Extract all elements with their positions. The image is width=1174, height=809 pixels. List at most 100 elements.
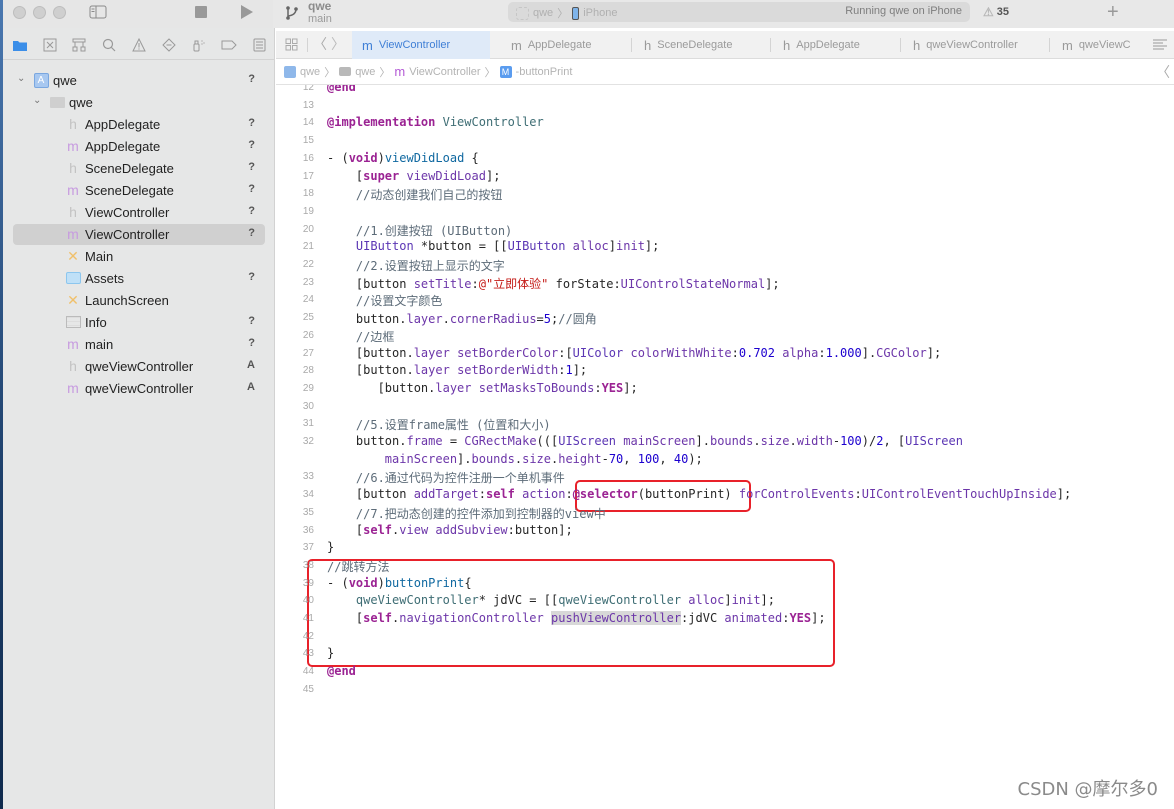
- line-number[interactable]: 14: [286, 117, 314, 128]
- chevron-down-icon[interactable]: ⌄: [17, 73, 25, 84]
- file-tree-item[interactable]: Info?: [13, 312, 265, 333]
- chevron-down-icon[interactable]: ⌄: [33, 95, 41, 106]
- line-number[interactable]: 15: [286, 135, 314, 146]
- breadcrumb-item[interactable]: qwe: [300, 66, 320, 78]
- file-tree-item[interactable]: m ViewController?: [13, 224, 265, 245]
- file-tree-item[interactable]: Assets?: [13, 268, 265, 289]
- file-tree-item[interactable]: h SceneDelegate?: [13, 158, 265, 179]
- line-number[interactable]: 32: [286, 436, 314, 447]
- line-number[interactable]: 39: [286, 578, 314, 589]
- editor-tab[interactable]: h SceneDelegate: [634, 31, 760, 59]
- line-number[interactable]: 19: [286, 206, 314, 217]
- zoom-window-button[interactable]: [53, 6, 66, 19]
- editor-tab[interactable]: h AppDelegate: [773, 31, 889, 59]
- line-number[interactable]: 27: [286, 348, 314, 359]
- run-destination[interactable]: qwe 〉 iPhone: [516, 5, 617, 21]
- stop-button[interactable]: [194, 5, 208, 19]
- chevron-left-icon[interactable]: 〈: [1156, 62, 1170, 82]
- line-number[interactable]: 37: [286, 542, 314, 553]
- find-navigator-tab[interactable]: [101, 37, 117, 53]
- file-tree-item[interactable]: m qweViewController A: [13, 378, 265, 399]
- close-window-button[interactable]: [13, 6, 26, 19]
- breadcrumb-item[interactable]: qwe: [355, 66, 375, 78]
- source-editor: 〈 〉 m ViewController m AppDelegate h SceneDel…: [276, 28, 1174, 809]
- toggle-navigator-button[interactable]: [88, 4, 108, 20]
- file-tree-item[interactable]: h ViewController?: [13, 202, 265, 223]
- issue-navigator-tab[interactable]: [131, 37, 147, 53]
- header-file-icon: h: [913, 37, 921, 53]
- line-number[interactable]: 36: [286, 525, 314, 536]
- line-number[interactable]: 30: [286, 401, 314, 412]
- breakpoint-icon: [221, 40, 237, 50]
- editor-tab[interactable]: m ViewController: [352, 31, 490, 59]
- run-button[interactable]: [239, 3, 255, 21]
- file-tree-item[interactable]: ⌄ qwe: [13, 92, 265, 113]
- file-tree-item[interactable]: m main?: [13, 334, 265, 355]
- code-area[interactable]: 12 @end 13 14 @implementation ViewController…: [276, 85, 1174, 809]
- breadcrumb-item[interactable]: ViewController: [409, 66, 480, 78]
- back-button[interactable]: 〈: [313, 36, 327, 52]
- source-control-tab[interactable]: [42, 37, 58, 53]
- line-number[interactable]: 13: [286, 100, 314, 111]
- line-number[interactable]: 31: [286, 418, 314, 429]
- source-control-status-badge: A: [247, 359, 255, 371]
- code-line: 21 UIButton *button = [[UIButton alloc]i…: [276, 239, 1174, 257]
- related-items-button[interactable]: [284, 37, 298, 51]
- line-number[interactable]: 44: [286, 666, 314, 677]
- line-number[interactable]: 34: [286, 489, 314, 500]
- file-tree-item[interactable]: m SceneDelegate?: [13, 180, 265, 201]
- editor-tab[interactable]: m AppDelegate: [501, 31, 621, 59]
- file-tree-item[interactable]: h AppDelegate?: [13, 114, 265, 135]
- code-line: 25 button.layer.cornerRadius=5;//圆角: [276, 310, 1174, 328]
- line-number[interactable]: 35: [286, 507, 314, 518]
- file-tree-item[interactable]: ✕ Main: [13, 246, 265, 267]
- source-control-status-badge: ?: [248, 73, 255, 85]
- line-number[interactable]: 42: [286, 631, 314, 642]
- hierarchy-icon: [72, 38, 86, 52]
- line-number[interactable]: 33: [286, 471, 314, 482]
- code-line: 43}: [276, 646, 1174, 664]
- file-tree-item[interactable]: ✕ LaunchScreen: [13, 290, 265, 311]
- add-library-button[interactable]: +: [1107, 1, 1119, 24]
- forward-button[interactable]: 〉: [331, 36, 345, 52]
- line-number[interactable]: 18: [286, 188, 314, 199]
- file-tree-item-label: qwe: [53, 73, 77, 88]
- project-navigator-tab[interactable]: [12, 37, 28, 53]
- line-number[interactable]: 17: [286, 171, 314, 182]
- test-navigator-tab[interactable]: [161, 37, 177, 53]
- debug-navigator-tab[interactable]: [191, 37, 207, 53]
- line-number[interactable]: 40: [286, 595, 314, 606]
- line-number[interactable]: 43: [286, 648, 314, 659]
- line-number[interactable]: 28: [286, 365, 314, 376]
- file-tree-item[interactable]: h qweViewController A: [13, 356, 265, 377]
- warning-indicator[interactable]: ⚠ 35: [983, 5, 1009, 19]
- line-number[interactable]: 41: [286, 613, 314, 624]
- minimize-window-button[interactable]: [33, 6, 46, 19]
- line-number[interactable]: 26: [286, 330, 314, 341]
- code-text: UIButton *button = [[UIButton alloc]init…: [355, 239, 660, 254]
- editor-tab[interactable]: h qweViewController: [903, 31, 1039, 59]
- line-number[interactable]: 24: [286, 294, 314, 305]
- breakpoint-navigator-tab[interactable]: [221, 37, 237, 53]
- line-number[interactable]: 12: [286, 85, 314, 93]
- code-line: 24 //设置文字颜色: [276, 292, 1174, 310]
- objc-file-icon: m: [511, 37, 522, 53]
- editor-options-button[interactable]: [1152, 37, 1168, 53]
- line-number[interactable]: 23: [286, 277, 314, 288]
- line-number[interactable]: 29: [286, 383, 314, 394]
- symbol-navigator-tab[interactable]: [71, 37, 87, 53]
- line-number[interactable]: 21: [286, 241, 314, 252]
- code-text: qweViewController* jdVC = [[qweViewContr…: [355, 593, 775, 608]
- line-number[interactable]: 38: [286, 560, 314, 571]
- line-number[interactable]: 16: [286, 153, 314, 164]
- report-navigator-tab[interactable]: [251, 37, 267, 53]
- code-line: 38 //跳转方法: [276, 558, 1174, 576]
- line-number[interactable]: 25: [286, 312, 314, 323]
- line-number[interactable]: 20: [286, 224, 314, 235]
- file-tree-item[interactable]: m AppDelegate?: [13, 136, 265, 157]
- line-number[interactable]: 45: [286, 684, 314, 695]
- file-tree-item[interactable]: ⌄ Aqwe?: [13, 70, 265, 91]
- line-number[interactable]: 22: [286, 259, 314, 270]
- breadcrumb-item[interactable]: -buttonPrint: [516, 66, 573, 78]
- editor-tab[interactable]: m qweViewC: [1052, 31, 1152, 59]
